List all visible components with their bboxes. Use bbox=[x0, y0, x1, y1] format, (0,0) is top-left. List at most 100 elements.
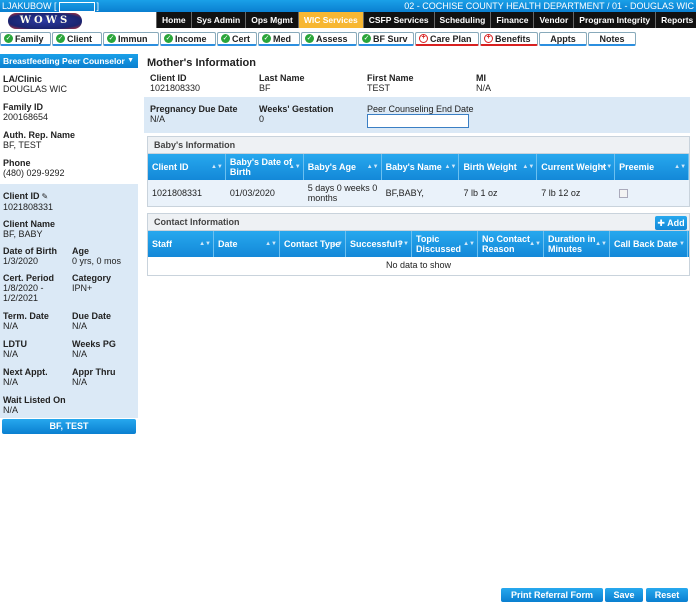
column-header[interactable]: Current Weight ▲▼ bbox=[537, 154, 616, 180]
column-header[interactable]: Baby's Name ▲▼ bbox=[382, 154, 460, 180]
weeks-gestation-field: Weeks' Gestation 0 bbox=[259, 104, 334, 124]
menu-item-program-integrity[interactable]: Program Integrity bbox=[573, 12, 656, 28]
menu-item-home[interactable]: Home bbox=[156, 12, 191, 28]
column-header[interactable]: Preemie ▲▼ bbox=[615, 154, 690, 180]
dob-field: Date of Birth 1/3/2020 bbox=[3, 246, 57, 266]
menu-item-scheduling[interactable]: Scheduling bbox=[433, 12, 491, 28]
column-header[interactable]: Call Back Date ▲▼ bbox=[610, 231, 688, 257]
menu-item-reports[interactable]: Reports bbox=[655, 12, 696, 28]
tab-label: Appts bbox=[550, 33, 576, 44]
tab-income[interactable]: ✓ Income bbox=[160, 32, 216, 46]
la-clinic-field: LA/Clinic DOUGLAS WIC bbox=[3, 74, 68, 94]
check-icon: ✓ bbox=[262, 34, 271, 43]
logo-area: WOWS bbox=[0, 12, 150, 30]
check-icon: ✓ bbox=[221, 34, 230, 43]
term-date-field: Term. Date N/A bbox=[3, 311, 49, 331]
client-tab-row: ✓ Family ✓ Client ✓ Immun ✓ Income ✓ Cert ✓ Me… bbox=[0, 32, 637, 47]
column-header[interactable]: Contact Type ▲▼ bbox=[280, 231, 346, 257]
appr-thru-field: Appr Thru N/A bbox=[72, 367, 116, 387]
table-cell: BF,BABY, bbox=[385, 188, 424, 198]
column-header[interactable]: Topic Discussed ▲▼ bbox=[412, 231, 478, 257]
tab-benefits[interactable]: + Benefits bbox=[480, 32, 538, 46]
sort-icon: ▲▼ bbox=[210, 164, 223, 170]
user-role-box[interactable] bbox=[58, 1, 95, 12]
tab-label: Immun bbox=[118, 33, 148, 44]
contact-info-header: Contact Information ✚ Add bbox=[148, 214, 689, 231]
menu-item-sys-admin[interactable]: Sys Admin bbox=[190, 12, 246, 28]
column-header[interactable]: Client ID ▲▼ bbox=[148, 154, 226, 180]
tab-bf-surv[interactable]: ✓ BF Surv bbox=[358, 32, 414, 46]
preemie-checkbox[interactable] bbox=[619, 188, 629, 198]
pregnancy-due-date-field: Pregnancy Due Date N/A bbox=[150, 104, 238, 124]
tab-cert[interactable]: ✓ Cert bbox=[217, 32, 257, 46]
empty-state: No data to show bbox=[385, 260, 452, 270]
column-header[interactable]: Staff ▲▼ bbox=[148, 231, 214, 257]
mother-mi-field: MI N/A bbox=[476, 73, 492, 93]
column-header[interactable]: No Contact Reason ▲▼ bbox=[478, 231, 544, 257]
menu-item-finance[interactable]: Finance bbox=[490, 12, 534, 28]
family-id-field: Family ID 200168654 bbox=[3, 102, 49, 122]
table-cell: 7 lb 12 oz bbox=[541, 188, 581, 198]
tab-assess[interactable]: ✓ Assess bbox=[301, 32, 357, 46]
alert-plus-icon: + bbox=[484, 34, 493, 43]
wait-listed-field: Wait Listed On N/A bbox=[3, 395, 66, 415]
column-header[interactable]: Duration in Minutes ▲▼ bbox=[544, 231, 610, 257]
plus-icon: ✚ bbox=[657, 218, 665, 228]
column-header[interactable]: Date ▲▼ bbox=[214, 231, 280, 257]
check-icon: ✓ bbox=[56, 34, 65, 43]
role-dropdown[interactable]: Breastfeeding Peer Counselor ▼ bbox=[0, 54, 138, 68]
column-header[interactable]: Baby's Date of Birth ▲▼ bbox=[226, 154, 304, 180]
pc-end-date-input[interactable] bbox=[367, 114, 469, 128]
tab-label: Assess bbox=[316, 33, 348, 44]
table-row[interactable]: 1021808331 01/03/2020 5 days 0 weeks 0 mon… bbox=[148, 180, 689, 206]
page-title: Mother's Information bbox=[147, 57, 256, 69]
menu-item-csfp-services[interactable]: CSFP Services bbox=[362, 12, 434, 28]
column-header[interactable]: Successful? ▲▼ bbox=[346, 231, 412, 257]
category-field: Category IPN+ bbox=[72, 273, 112, 293]
check-icon: ✓ bbox=[107, 34, 116, 43]
role-dropdown-value: Breastfeeding Peer Counselor bbox=[3, 56, 125, 66]
main-menu: Home Sys Admin Ops Mgmt WIC Services CSFP Se… bbox=[156, 12, 696, 28]
table-cell: 7 lb 1 oz bbox=[463, 188, 498, 198]
tab-appts[interactable]: Appts bbox=[539, 32, 587, 46]
tab-label: BF Surv bbox=[373, 33, 408, 44]
table-cell: 1021808331 bbox=[152, 188, 203, 198]
menu-item-ops-mgmt[interactable]: Ops Mgmt bbox=[245, 12, 298, 28]
sort-icon: ▲▼ bbox=[673, 241, 685, 247]
client-id-field: Client ID ✎ 1021808331 bbox=[3, 191, 54, 212]
tab-med[interactable]: ✓ Med bbox=[258, 32, 300, 46]
user-info: LJAKUBOW [] bbox=[2, 0, 99, 12]
menu-item-wic-services[interactable]: WIC Services bbox=[297, 12, 363, 28]
tab-label: Med bbox=[273, 33, 291, 44]
sort-icon: ▲▼ bbox=[265, 241, 277, 247]
pencil-icon[interactable]: ✎ bbox=[42, 192, 49, 201]
client-summary: Client ID ✎ 1021808331 Client Name BF, BABY… bbox=[0, 184, 138, 418]
tab-client[interactable]: ✓ Client bbox=[52, 32, 102, 46]
tab-label: Family bbox=[15, 33, 44, 44]
table-cell: 01/03/2020 bbox=[229, 188, 275, 198]
tab-immun[interactable]: ✓ Immun bbox=[103, 32, 159, 46]
column-header[interactable]: Baby's Age ▲▼ bbox=[304, 154, 382, 180]
tab-label: Benefits bbox=[495, 33, 531, 44]
print-referral-button[interactable]: Print Referral Form bbox=[501, 588, 603, 602]
tab-notes[interactable]: Notes bbox=[588, 32, 636, 46]
menu-item-vendor[interactable]: Vendor bbox=[533, 12, 574, 28]
client-name-field: Client Name BF, BABY bbox=[3, 219, 56, 239]
username: LJAKUBOW [ bbox=[2, 1, 57, 11]
tab-family[interactable]: ✓ Family bbox=[0, 32, 51, 46]
tab-care-plan[interactable]: + Care Plan bbox=[415, 32, 479, 46]
add-contact-button[interactable]: ✚ Add bbox=[655, 216, 687, 230]
contact-info-section: Contact Information ✚ Add Staff ▲▼ Date ▲▼ C… bbox=[147, 213, 690, 276]
sort-icon: ▲▼ bbox=[595, 241, 607, 247]
tab-label: Notes bbox=[599, 33, 625, 44]
save-button[interactable]: Save bbox=[605, 588, 643, 602]
reset-button[interactable]: Reset bbox=[646, 588, 688, 602]
baby-grid-header: Client ID ▲▼ Baby's Date of Birth ▲▼ Baby's … bbox=[148, 154, 690, 180]
phone-field: Phone (480) 029-9292 bbox=[3, 158, 65, 178]
sort-icon: ▲▼ bbox=[674, 164, 687, 170]
family-member-button[interactable]: BF, TEST bbox=[2, 419, 136, 434]
column-header[interactable]: Birth Weight ▲▼ bbox=[459, 154, 538, 180]
app-logo[interactable]: WOWS bbox=[8, 13, 82, 29]
contact-grid-header: Staff ▲▼ Date ▲▼ Contact Type ▲▼ Successful? ▲▼… bbox=[148, 231, 689, 257]
tab-label: Income bbox=[175, 33, 207, 44]
